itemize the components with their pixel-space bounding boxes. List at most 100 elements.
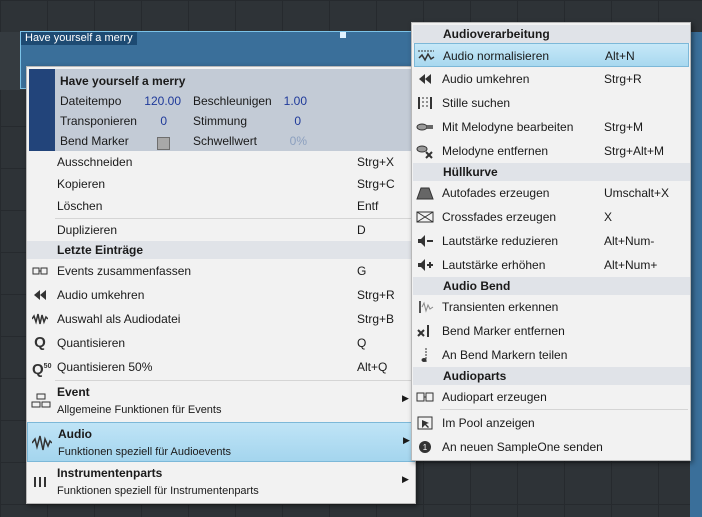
menu-item-label: Kopieren bbox=[57, 177, 106, 191]
menu-item-shortcut: Strg+B bbox=[357, 312, 395, 326]
pool-icon bbox=[416, 415, 434, 431]
menu-item-label: Audio umkehren bbox=[57, 288, 145, 302]
adjacent-event[interactable] bbox=[690, 32, 702, 517]
menu-group-title: Instrumentenparts bbox=[57, 466, 163, 480]
menu-item-shortcut: Alt+Q bbox=[357, 360, 388, 374]
audiopart-icon bbox=[416, 389, 434, 405]
silence-icon bbox=[416, 95, 434, 111]
event-volume-handle[interactable] bbox=[340, 32, 346, 38]
submenu-item-melodyne-entfernen[interactable]: Melodyne entfernen Strg+Alt+M bbox=[412, 139, 690, 163]
submenu-item-audio-normalisieren[interactable]: Audio normalisieren Alt+N bbox=[414, 43, 689, 67]
menu-item-shortcut: G bbox=[357, 264, 367, 278]
submenu-item-shortcut: X bbox=[604, 210, 613, 224]
info-value-beschleunigen[interactable]: 1.00 bbox=[247, 92, 307, 110]
submenu-item-label: Im Pool anzeigen bbox=[442, 416, 535, 430]
submenu-arrow-icon: ▶ bbox=[403, 435, 410, 445]
submenu-item-audiopart-erzeugen[interactable]: Audiopart erzeugen bbox=[412, 385, 690, 409]
bend-split-icon bbox=[416, 347, 434, 363]
menu-item-loeschen[interactable]: Löschen Entf bbox=[27, 195, 415, 217]
menu-item-shortcut: Strg+R bbox=[357, 288, 395, 302]
submenu-item-stille-suchen[interactable]: Stille suchen bbox=[412, 91, 690, 115]
menu-item-quantisieren[interactable]: Q Quantisieren Q bbox=[27, 332, 415, 354]
menu-group-audio[interactable]: Audio Funktionen speziell für Audioevent… bbox=[27, 422, 415, 462]
reverse-icon bbox=[416, 71, 434, 87]
submenu-item-transienten-erkennen[interactable]: Transienten erkennen bbox=[412, 295, 690, 319]
menu-group-instrumentenparts[interactable]: Instrumentenparts Funktionen speziell fü… bbox=[27, 462, 415, 502]
menu-group-subtitle: Funktionen speziell für Instrumentenpart… bbox=[57, 485, 259, 497]
waveform-icon bbox=[31, 311, 49, 327]
submenu-item-label: Autofades erzeugen bbox=[442, 186, 550, 200]
submenu-item-audio-umkehren[interactable]: Audio umkehren Strg+R bbox=[412, 67, 690, 91]
melodyne-remove-icon bbox=[416, 143, 434, 159]
menu-item-quantisieren-50[interactable]: Q50 Quantisieren 50% Alt+Q bbox=[27, 356, 415, 378]
instrument-icon bbox=[31, 472, 51, 492]
submenu-item-shortcut: Alt+N bbox=[605, 49, 635, 63]
menu-item-shortcut: Entf bbox=[357, 199, 379, 213]
menu-group-subtitle: Allgemeine Funktionen für Events bbox=[57, 404, 222, 416]
section-header-huellkurve: Hüllkurve bbox=[413, 163, 690, 181]
crossfade-icon bbox=[416, 209, 434, 225]
submenu-item-lautstaerke-erhoehen[interactable]: Lautstärke erhöhen Alt+Num+ bbox=[412, 253, 690, 277]
sampleone-icon: 1 bbox=[416, 439, 434, 455]
infobox-row: Transponieren 0 Stimmung 0 bbox=[29, 112, 413, 130]
audio-waveform-icon bbox=[31, 433, 53, 453]
quantize-icon: Q bbox=[34, 334, 46, 351]
submenu-item-shortcut: Strg+M bbox=[604, 120, 644, 134]
merge-icon bbox=[32, 263, 48, 279]
info-value-stimmung[interactable]: 0 bbox=[241, 112, 301, 130]
submenu-item-im-pool-anzeigen[interactable]: Im Pool anzeigen bbox=[412, 411, 690, 435]
event-infobox: Have yourself a merry Dateitempo 120.00 … bbox=[29, 69, 413, 151]
submenu-item-label: Stille suchen bbox=[442, 96, 511, 110]
audio-submenu: Audioverarbeitung Audio normalisieren Al… bbox=[411, 22, 691, 461]
submenu-item-shortcut: Alt+Num- bbox=[604, 234, 655, 248]
menu-item-label: Events zusammenfassen bbox=[57, 264, 192, 278]
info-label-stimmung: Stimmung bbox=[193, 114, 248, 128]
menu-group-event[interactable]: Event Allgemeine Funktionen für Events ▶ bbox=[27, 381, 415, 421]
info-label-bend-marker: Bend Marker bbox=[60, 134, 129, 148]
submenu-item-lautstaerke-reduzieren[interactable]: Lautstärke reduzieren Alt+Num- bbox=[412, 229, 690, 253]
menu-item-events-zusammenfassen[interactable]: Events zusammenfassen G bbox=[27, 260, 415, 282]
submenu-arrow-icon: ▶ bbox=[402, 393, 409, 403]
info-value-transponieren[interactable]: 0 bbox=[97, 112, 167, 130]
submenu-separator bbox=[440, 409, 688, 410]
info-value-schwellwert[interactable]: 0% bbox=[247, 132, 307, 150]
menu-item-shortcut: Strg+X bbox=[357, 155, 395, 169]
menu-item-label: Auswahl als Audiodatei bbox=[57, 312, 181, 326]
submenu-item-mit-melodyne-bearbeiten[interactable]: Mit Melodyne bearbeiten Strg+M bbox=[412, 115, 690, 139]
menu-item-auswahl-als-audiodatei[interactable]: Auswahl als Audiodatei Strg+B bbox=[27, 308, 415, 330]
submenu-item-label: Audio umkehren bbox=[442, 72, 530, 86]
menu-item-shortcut: Q bbox=[357, 336, 367, 350]
autofade-icon bbox=[416, 185, 434, 201]
submenu-item-label: An neuen SampleOne senden bbox=[442, 440, 603, 454]
submenu-item-label: Lautstärke erhöhen bbox=[442, 258, 546, 272]
event-icon bbox=[31, 391, 51, 411]
menu-item-label: Quantisieren bbox=[57, 336, 126, 350]
infobox-row: Bend Marker Schwellwert 0% bbox=[29, 132, 413, 150]
submenu-item-label: Mit Melodyne bearbeiten bbox=[442, 120, 574, 134]
volume-down-icon bbox=[416, 233, 434, 249]
menu-item-duplizieren[interactable]: Duplizieren D bbox=[27, 219, 415, 241]
info-value-dateitempo[interactable]: 120.00 bbox=[111, 92, 181, 110]
menu-item-audio-umkehren[interactable]: Audio umkehren Strg+R bbox=[27, 284, 415, 306]
infobox-row: Dateitempo 120.00 Beschleunigen 1.00 bbox=[29, 92, 413, 110]
svg-text:1: 1 bbox=[423, 443, 428, 452]
menu-item-label: Quantisieren 50% bbox=[57, 360, 153, 374]
section-header-letzte-eintraege: Letzte Einträge bbox=[27, 241, 415, 259]
submenu-item-an-neuen-sampleone-senden[interactable]: 1 An neuen SampleOne senden bbox=[412, 435, 690, 459]
submenu-item-shortcut: Strg+Alt+M bbox=[604, 144, 665, 158]
menu-item-shortcut: D bbox=[357, 223, 366, 237]
transient-icon bbox=[416, 299, 434, 315]
submenu-item-bend-marker-entfernen[interactable]: Bend Marker entfernen bbox=[412, 319, 690, 343]
submenu-item-an-bend-markern-teilen[interactable]: An Bend Markern teilen bbox=[412, 343, 690, 367]
normalize-icon bbox=[417, 48, 435, 64]
submenu-item-label: Crossfades erzeugen bbox=[442, 210, 557, 224]
menu-group-title: Audio bbox=[58, 427, 92, 441]
menu-group-subtitle: Funktionen speziell für Audioevents bbox=[58, 446, 232, 458]
menu-item-ausschneiden[interactable]: Ausschneiden Strg+X bbox=[27, 151, 415, 173]
menu-item-kopieren[interactable]: Kopieren Strg+C bbox=[27, 173, 415, 195]
submenu-item-label: Melodyne entfernen bbox=[442, 144, 549, 158]
submenu-item-crossfades-erzeugen[interactable]: Crossfades erzeugen X bbox=[412, 205, 690, 229]
submenu-item-label: Lautstärke reduzieren bbox=[442, 234, 559, 248]
submenu-item-autofades-erzeugen[interactable]: Autofades erzeugen Umschalt+X bbox=[412, 181, 690, 205]
bend-marker-checkbox[interactable] bbox=[157, 137, 170, 150]
